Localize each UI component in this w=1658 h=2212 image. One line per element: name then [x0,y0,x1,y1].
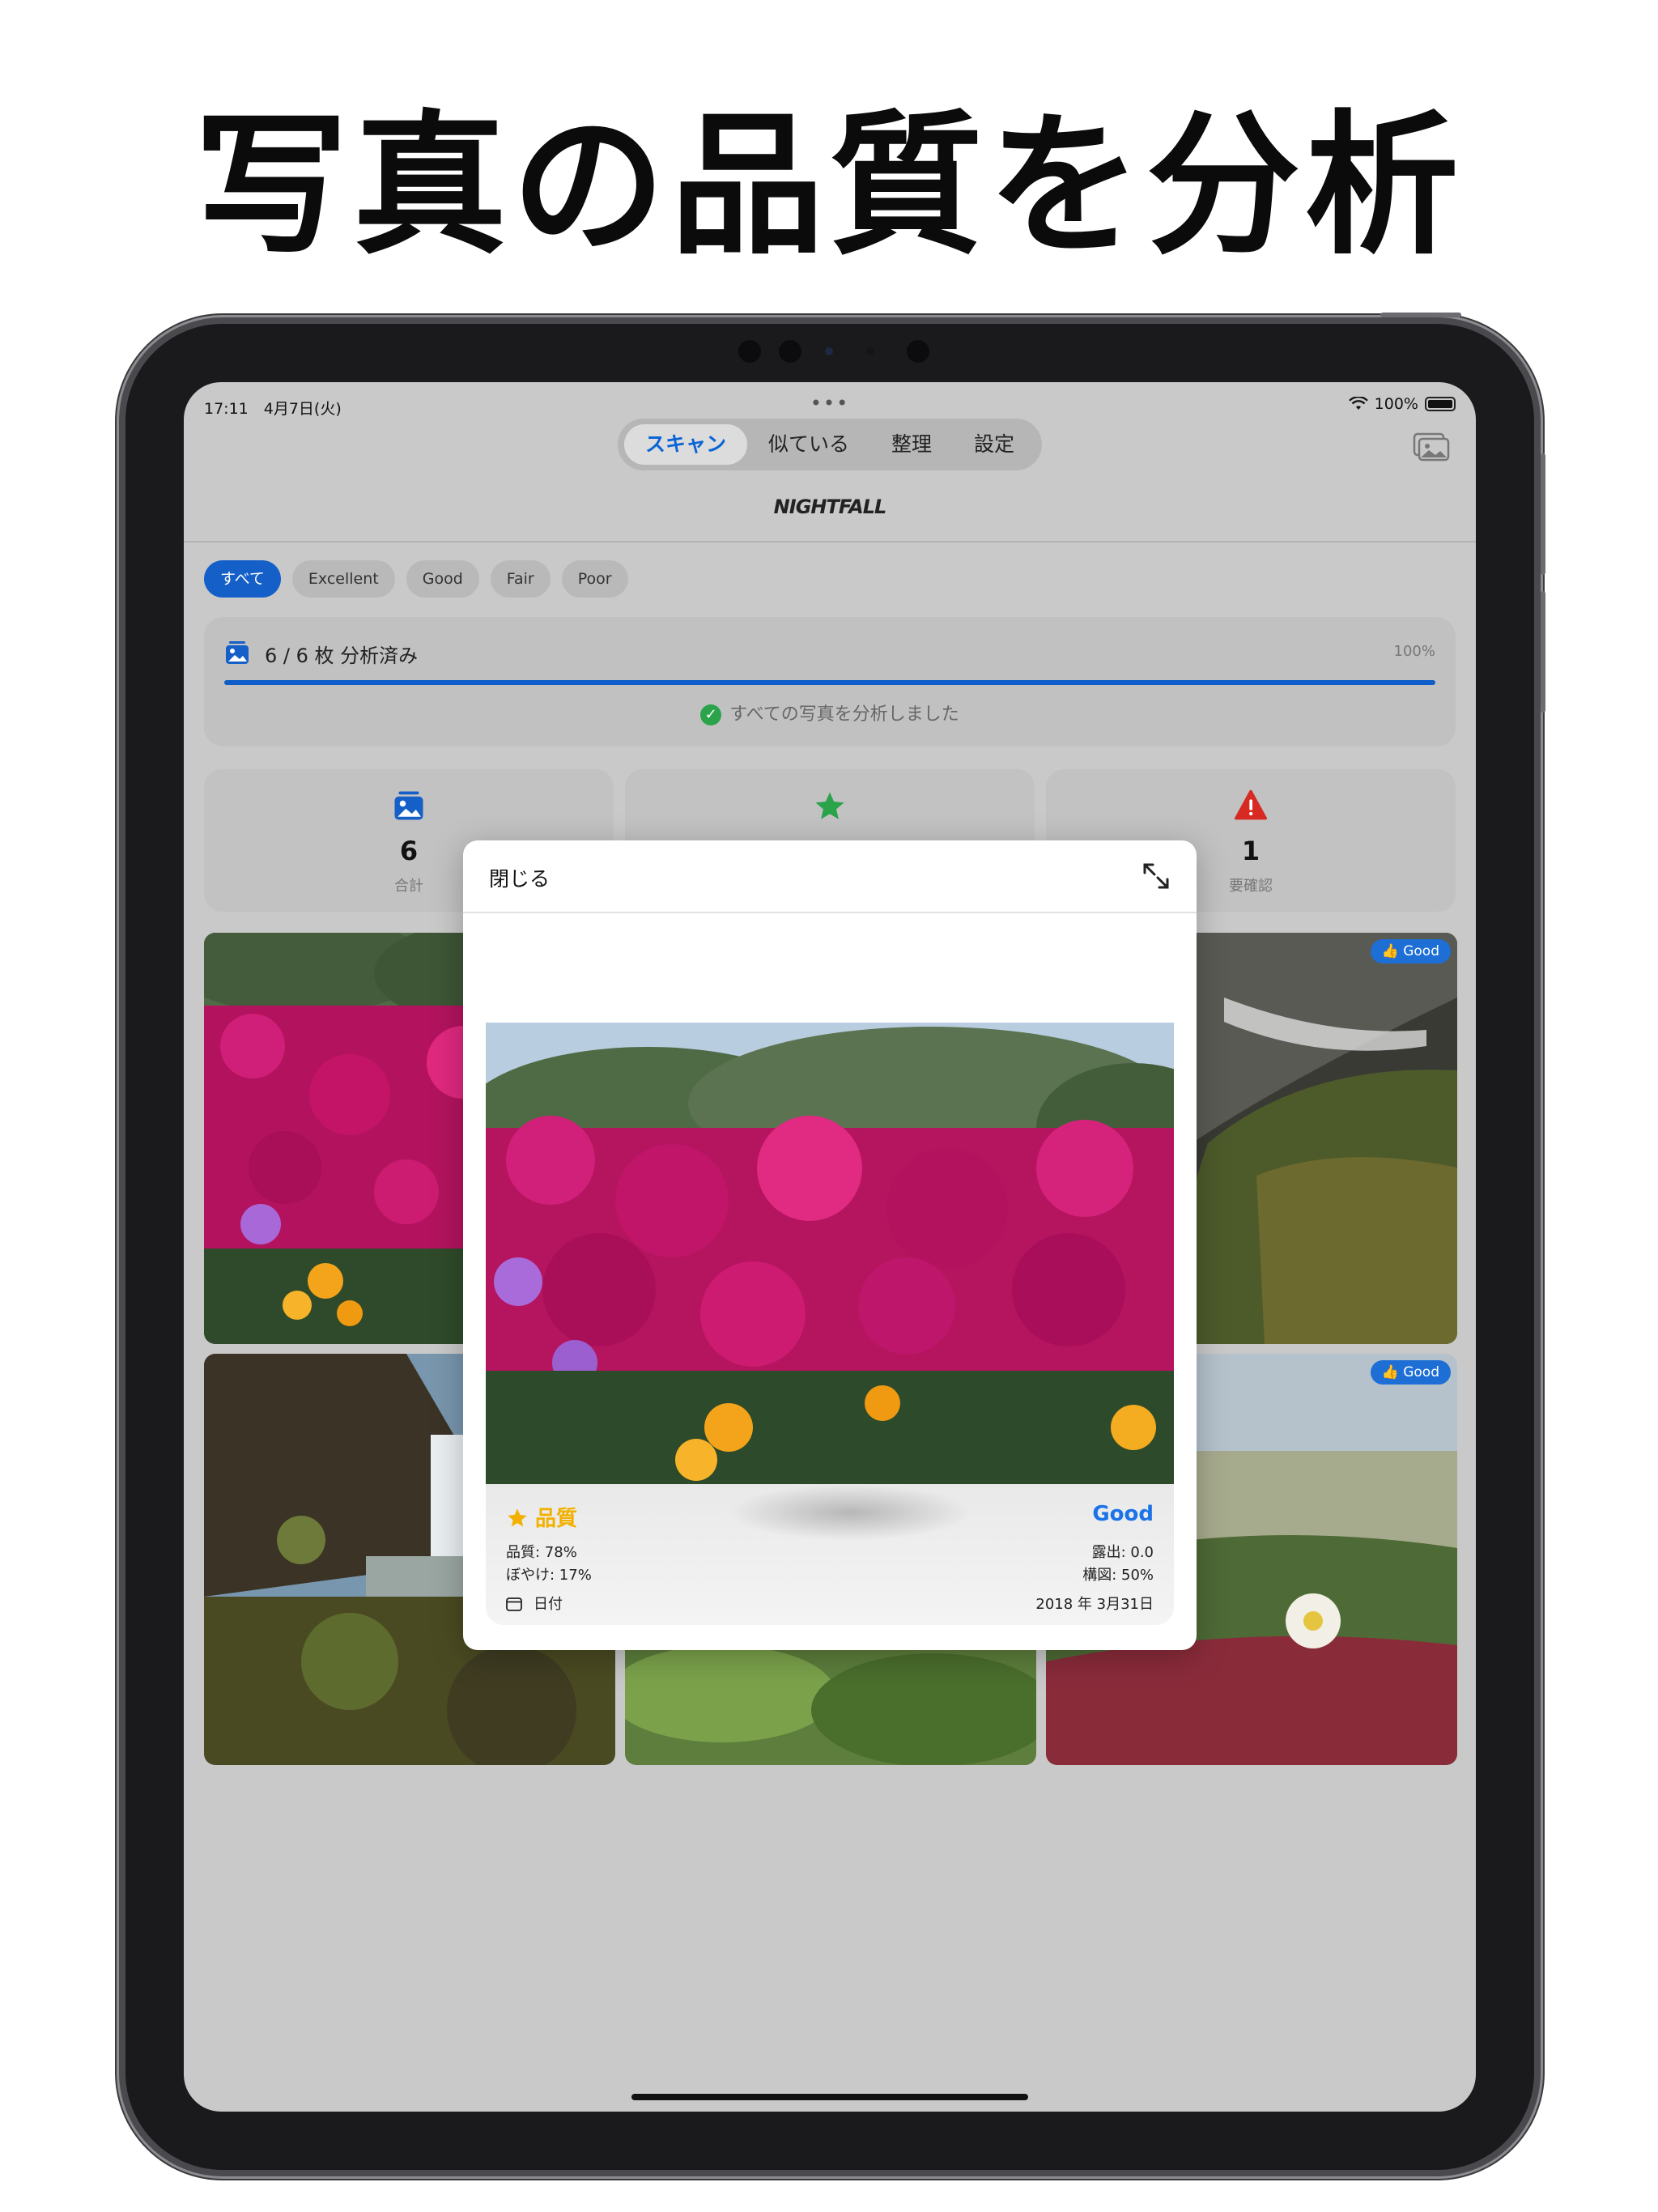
camera-dot [779,340,801,363]
blur-value: ぼやけ: 17% [506,1567,592,1584]
star-icon [815,792,844,819]
status-bar: 17:11 4月7日(火) ••• 100% [204,390,1456,423]
filter-good[interactable]: Good [406,560,479,598]
progress-bar-fill [224,680,1435,685]
calendar-icon [506,1597,522,1611]
progress-title: 6 / 6 枚 分析済み [265,644,419,667]
tab-organize[interactable]: 整理 [870,424,953,465]
volume-button [1541,591,1545,713]
expand-icon [1143,863,1169,889]
photo-stack-icon [394,791,423,820]
quality-title: 品質 [506,1502,577,1532]
close-button[interactable]: 閉じる [489,863,550,892]
status-right: 100% [1348,395,1456,413]
warning-icon [1235,789,1267,820]
progress-percent: 100% [1393,643,1435,660]
flowers-large-photo [486,1023,1174,1484]
wifi-icon [1348,397,1368,410]
composition-value: 構図: 50% [1082,1567,1154,1584]
filter-all[interactable]: すべて [204,560,281,598]
photo-detail-modal: 閉じる 品質 Good 品質: 78% ぼやけ: 17% 露出: 0.0 構図:… [463,840,1197,1650]
filter-excellent[interactable]: Excellent [291,560,395,598]
battery-percent: 100% [1374,395,1418,413]
blur-overlay [729,1484,971,1541]
multitask-dots[interactable]: ••• [810,392,849,415]
date-label-row: 日付 [506,1593,563,1614]
star-icon [508,1508,527,1527]
badge-label: Good [1403,943,1439,959]
screen: 17:11 4月7日(火) ••• 100% スキャン 似ている 整理 設定 N… [184,382,1476,2112]
tab-settings[interactable]: 設定 [953,424,1035,465]
expand-button[interactable] [1140,860,1172,892]
progress-card: 6 / 6 枚 分析済み 100% ✓ すべての写真を分析しました [204,617,1456,747]
tab-similar[interactable]: 似ている [747,424,870,465]
good-badge: 👍 Good [1370,1360,1451,1385]
camera-dot [907,340,929,363]
camera-dot [738,340,761,363]
app-logo: NIGHTFALL [773,496,887,518]
camera-lens [825,347,833,355]
ipad-device: 17:11 4月7日(火) ••• 100% スキャン 似ている 整理 設定 N… [125,313,1545,2170]
filter-chips: すべて Excellent Good Fair Poor [204,560,628,598]
header-divider [184,541,1476,542]
photo-library-icon [1413,432,1450,462]
volume-button [1541,453,1545,575]
modal-header: 閉じる [463,840,1197,913]
quality-info-panel: 品質 Good 品質: 78% ぼやけ: 17% 露出: 0.0 構図: 50%… [486,1484,1174,1625]
quality-grade: Good [1092,1502,1154,1526]
check-circle-icon: ✓ [700,704,722,725]
progress-bar [224,680,1435,685]
tab-scan[interactable]: スキャン [623,424,747,465]
home-indicator[interactable] [631,2094,1028,2100]
date-value: 2018 年 3月31日 [1035,1596,1154,1613]
good-badge: 👍 Good [1370,939,1451,963]
progress-done: ✓ すべての写真を分析しました [204,700,1456,725]
photo-library-button[interactable] [1411,431,1452,463]
photo-stack-icon [226,641,249,664]
quality-title-text: 品質 [535,1507,578,1531]
headline: 写真の品質を分析 [193,96,1464,275]
done-message: すべての写真を分析しました [729,704,959,725]
top-button [1380,313,1461,317]
quality-value: 品質: 78% [506,1544,577,1561]
badge-label: Good [1403,1364,1439,1380]
battery-icon [1425,397,1456,411]
sensor-dot [866,347,874,355]
tab-bar: スキャン 似ている 整理 設定 [617,419,1043,470]
date-label: 日付 [534,1596,563,1613]
filter-poor[interactable]: Poor [561,560,628,598]
status-time: 17:11 4月7日(火) [204,400,342,418]
modal-photo[interactable] [486,1023,1174,1484]
exposure-value: 露出: 0.0 [1091,1544,1154,1561]
filter-fair[interactable]: Fair [490,560,551,598]
